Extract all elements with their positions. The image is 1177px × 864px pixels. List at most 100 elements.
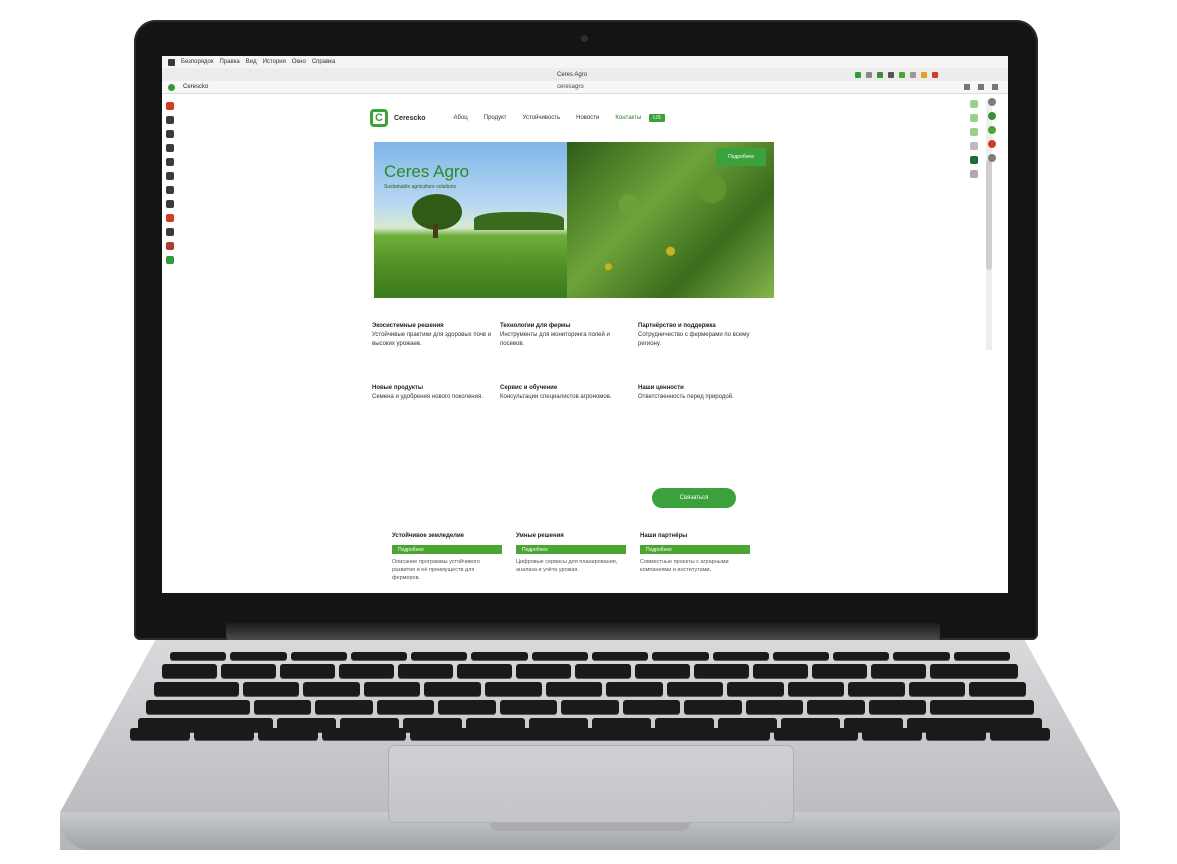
app-icon[interactable] (988, 126, 996, 134)
brand-logo-icon[interactable]: C (370, 109, 388, 127)
sidebar-icon[interactable] (166, 242, 174, 250)
card-button[interactable]: Подробнее (516, 545, 626, 554)
app-icon[interactable] (988, 140, 996, 148)
card-heading: Умные решения (516, 533, 564, 539)
modifier-key-row (130, 728, 1050, 740)
card-button[interactable]: Подробнее (640, 545, 750, 554)
tool-icon[interactable] (970, 170, 978, 178)
tool-icon[interactable] (970, 156, 978, 164)
nav-link[interactable]: Продукт (484, 115, 507, 121)
tool-icon[interactable] (970, 142, 978, 150)
hero-subtitle: Sustainable agriculture solutions (384, 184, 456, 190)
tool-icon[interactable] (970, 114, 978, 122)
feature-text: Семена и удобрения нового поколения. (372, 394, 483, 400)
home-letter-row (146, 700, 1034, 714)
lid-notch (490, 823, 690, 831)
extension-icon[interactable] (899, 71, 905, 78)
sidebar-icon[interactable] (166, 102, 174, 110)
feature-column: Новые продукты Семена и удобрения нового… (372, 384, 492, 402)
menu-item[interactable]: Вид (246, 59, 257, 65)
tree-trunk (433, 224, 438, 238)
app-icon[interactable] (988, 154, 996, 162)
extension-icon[interactable] (932, 71, 938, 78)
tool-icon[interactable] (970, 100, 978, 108)
extension-icon[interactable] (877, 71, 883, 78)
website: C Cerescko Абоц Продукт Устойчивость Нов… (362, 96, 782, 593)
right-sidebar-tools (970, 100, 980, 178)
extension-icons (855, 71, 938, 78)
feature-heading: Сервис и обучение (500, 385, 558, 391)
extension-icon[interactable] (866, 71, 872, 78)
feature-text: Сотрудничество с фермерами по всему реги… (638, 332, 750, 347)
sidebar-icon[interactable] (166, 214, 174, 222)
corn-crop-image: Подробнее (567, 142, 774, 298)
app-icon[interactable] (988, 112, 996, 120)
feature-column: Сервис и обучение Консультации специалис… (500, 384, 620, 402)
trackpad (388, 745, 794, 823)
menu-item[interactable]: Окно (292, 59, 306, 65)
tool-icon[interactable] (970, 128, 978, 136)
nav-link[interactable]: Новости (576, 115, 599, 121)
address-bar[interactable]: Cerescko ceresagro (162, 81, 1008, 94)
app-icon[interactable] (988, 98, 996, 106)
laptop-screen: Безпорядок Правка Вид История Окно Справ… (162, 56, 1008, 593)
card-text: Описание программы устойчивого развития … (392, 559, 480, 581)
feature-heading: Новые продукты (372, 385, 423, 391)
tabs-icon[interactable] (978, 84, 984, 90)
site-favicon-icon (168, 83, 175, 91)
menu-item[interactable]: Правка (219, 59, 239, 65)
toolbar-right (964, 84, 998, 90)
menu-item[interactable]: История (263, 59, 286, 65)
nav-link[interactable]: Контакты (615, 115, 641, 121)
feature-text: Ответственность перед природой. (638, 394, 734, 400)
top-letter-row (154, 682, 1026, 696)
feature-column: Экосистемные решения Устойчивые практики… (372, 322, 492, 349)
feature-heading: Технологии для фермы (500, 323, 571, 329)
contact-button[interactable]: Связаться (652, 488, 736, 508)
apple-icon[interactable] (168, 58, 175, 66)
info-card: Умные решения Подробнее Цифровые сервисы… (516, 532, 626, 574)
photo-stage: Безпорядок Правка Вид История Окно Справ… (0, 0, 1177, 864)
sidebar-icon[interactable] (166, 130, 174, 138)
scrollbar-thumb[interactable] (986, 160, 992, 270)
treeline-image (474, 212, 564, 230)
share-icon[interactable] (964, 84, 970, 90)
card-button[interactable]: Подробнее (392, 545, 502, 554)
menu-item[interactable]: Справка (312, 59, 336, 65)
brand-name[interactable]: Cerescko (394, 115, 426, 122)
sidebar-icon[interactable] (166, 158, 174, 166)
browser-tab-title[interactable]: Ceres Agro (557, 72, 587, 78)
menu-icon[interactable] (992, 84, 998, 90)
feature-heading: Наши ценности (638, 385, 684, 391)
sidebar-icon[interactable] (166, 256, 174, 264)
sidebar-icon[interactable] (166, 186, 174, 194)
sidebar-icon[interactable] (166, 228, 174, 236)
nav-link[interactable]: Устойчивость (523, 115, 561, 121)
right-sidebar-apps (988, 98, 998, 162)
extension-icon[interactable] (855, 71, 861, 78)
browser-tab-bar: Ceres Agro (162, 68, 1008, 81)
sidebar-icon[interactable] (166, 200, 174, 208)
menu-item[interactable]: Безпорядок (181, 59, 213, 65)
feature-heading: Экосистемные решения (372, 323, 444, 329)
info-card: Устойчивое земледелие Подробнее Описание… (392, 532, 502, 582)
feature-text: Инструменты для мониторинга полей и посе… (500, 332, 610, 347)
extension-icon[interactable] (921, 71, 927, 78)
nav-links: Абоц Продукт Устойчивость Новости Контак… (454, 115, 642, 121)
sidebar-icon[interactable] (166, 144, 174, 152)
card-text: Цифровые сервисы для планирования, анали… (516, 559, 618, 573)
feature-text: Устойчивые практики для здоровых почв и … (372, 332, 492, 347)
sidebar-icon[interactable] (166, 116, 174, 124)
hero-button[interactable]: Подробнее (716, 148, 766, 166)
extension-icon[interactable] (888, 71, 894, 78)
url-text[interactable]: ceresagro (557, 84, 584, 90)
extension-icon[interactable] (910, 71, 916, 78)
card-heading: Устойчивое земледелие (392, 533, 465, 539)
os-menu-bar: Безпорядок Правка Вид История Окно Справ… (162, 56, 1008, 68)
sidebar-icon[interactable] (166, 172, 174, 180)
url-left-text[interactable]: Cerescko (183, 84, 208, 90)
hero-title: Ceres Agro (384, 162, 470, 181)
nav-link[interactable]: Абоц (454, 115, 468, 121)
nav-language-badge[interactable]: LIS (649, 114, 665, 122)
card-heading: Наши партнёры (640, 533, 688, 539)
